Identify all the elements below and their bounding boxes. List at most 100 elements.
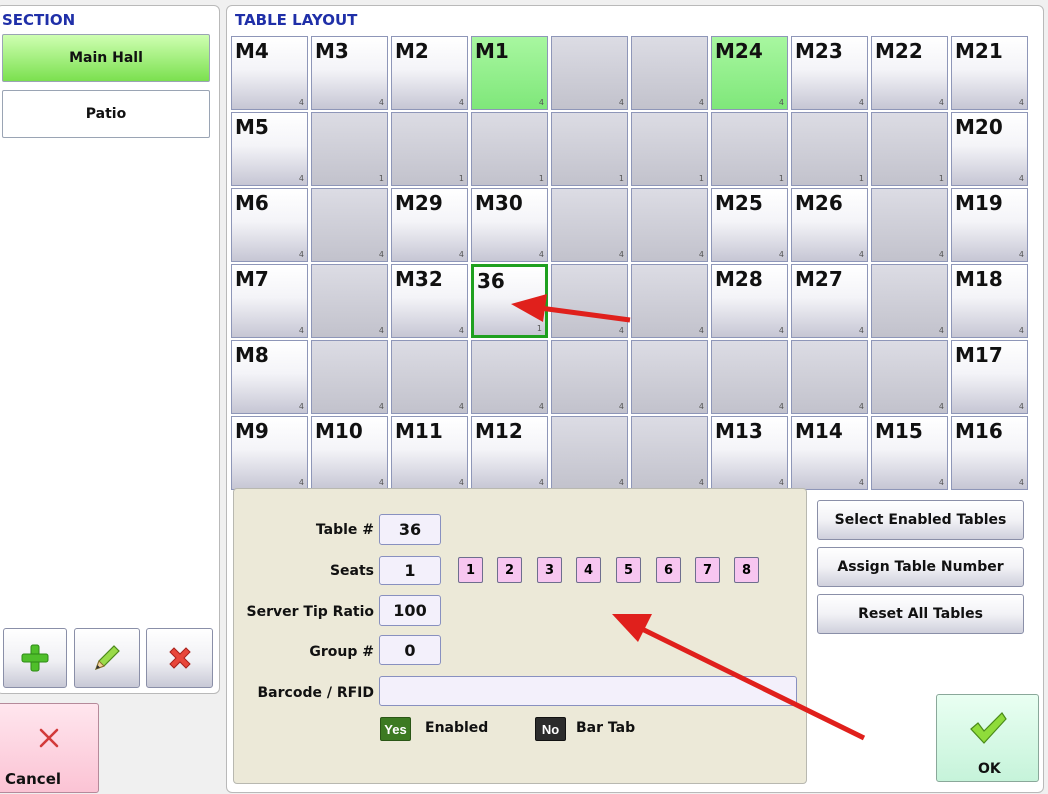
- table-cell-36[interactable]: 36 1: [471, 264, 548, 338]
- table-cell-empty[interactable]: 4: [631, 36, 708, 110]
- seat-option-3[interactable]: 3: [537, 557, 562, 583]
- table-cell-m8[interactable]: M8 4: [231, 340, 308, 414]
- seat-option-4[interactable]: 4: [576, 557, 601, 583]
- table-cell-m5[interactable]: M5 4: [231, 112, 308, 186]
- seats-field[interactable]: 1: [379, 556, 441, 585]
- table-cell-empty[interactable]: 1: [871, 112, 948, 186]
- table-cell-label: M26: [795, 191, 843, 215]
- table-cell-capacity: 4: [298, 98, 304, 107]
- table-cell-m19[interactable]: M19 4: [951, 188, 1028, 262]
- table-cell-m13[interactable]: M13 4: [711, 416, 788, 490]
- table-cell-empty[interactable]: 4: [871, 340, 948, 414]
- add-section-button[interactable]: [3, 628, 67, 688]
- table-cell-empty[interactable]: 4: [631, 264, 708, 338]
- table-cell-m4[interactable]: M4 4: [231, 36, 308, 110]
- group-number-field[interactable]: 0: [379, 635, 441, 665]
- barcode-rfid-field[interactable]: [379, 676, 797, 706]
- ok-button[interactable]: OK: [936, 694, 1039, 782]
- table-cell-empty[interactable]: 4: [551, 340, 628, 414]
- bar-tab-toggle[interactable]: No: [535, 717, 566, 741]
- edit-section-button[interactable]: [74, 628, 140, 688]
- table-cell-empty[interactable]: 4: [711, 340, 788, 414]
- table-cell-label: M17: [955, 343, 1003, 367]
- select-enabled-tables-button[interactable]: Select Enabled Tables: [817, 500, 1024, 540]
- table-cell-m3[interactable]: M3 4: [311, 36, 388, 110]
- cancel-button[interactable]: Cancel: [0, 703, 99, 793]
- table-cell-m15[interactable]: M15 4: [871, 416, 948, 490]
- table-cell-empty[interactable]: 4: [551, 36, 628, 110]
- delete-section-button[interactable]: [146, 628, 213, 688]
- seat-option-6[interactable]: 6: [656, 557, 681, 583]
- table-cell-m32[interactable]: M32 4: [391, 264, 468, 338]
- table-cell-empty[interactable]: 1: [391, 112, 468, 186]
- table-cell-empty[interactable]: 4: [471, 340, 548, 414]
- table-cell-capacity: 4: [378, 326, 384, 335]
- table-cell-empty[interactable]: 4: [791, 340, 868, 414]
- table-cell-m26[interactable]: M26 4: [791, 188, 868, 262]
- table-cell-empty[interactable]: 4: [631, 188, 708, 262]
- table-cell-label: M15: [875, 419, 923, 443]
- table-number-field[interactable]: 36: [379, 514, 441, 545]
- table-cell-m11[interactable]: M11 4: [391, 416, 468, 490]
- seat-option-8[interactable]: 8: [734, 557, 759, 583]
- seat-option-7[interactable]: 7: [695, 557, 720, 583]
- seat-option-2[interactable]: 2: [497, 557, 522, 583]
- table-cell-empty[interactable]: 4: [391, 340, 468, 414]
- table-cell-empty[interactable]: 4: [551, 264, 628, 338]
- table-cell-m6[interactable]: M6 4: [231, 188, 308, 262]
- table-cell-empty[interactable]: 4: [551, 416, 628, 490]
- seat-option-1[interactable]: 1: [458, 557, 483, 583]
- table-cell-m1[interactable]: M1 4: [471, 36, 548, 110]
- table-cell-m20[interactable]: M20 4: [951, 112, 1028, 186]
- table-cell-empty[interactable]: 1: [551, 112, 628, 186]
- table-cell-m28[interactable]: M28 4: [711, 264, 788, 338]
- table-cell-capacity: 4: [458, 478, 464, 487]
- checkmark-icon: [970, 712, 1007, 744]
- table-cell-m14[interactable]: M14 4: [791, 416, 868, 490]
- table-cell-m2[interactable]: M2 4: [391, 36, 468, 110]
- server-tip-ratio-field[interactable]: 100: [379, 595, 441, 626]
- table-cell-empty[interactable]: 4: [631, 416, 708, 490]
- seat-option-5[interactable]: 5: [616, 557, 641, 583]
- table-cell-capacity: 4: [618, 478, 624, 487]
- section-item-patio[interactable]: Patio: [2, 90, 210, 138]
- table-cell-empty[interactable]: 1: [311, 112, 388, 186]
- enabled-toggle[interactable]: Yes: [380, 717, 411, 741]
- table-cell-m10[interactable]: M10 4: [311, 416, 388, 490]
- table-cell-empty[interactable]: 1: [711, 112, 788, 186]
- table-cell-label: M32: [395, 267, 443, 291]
- table-cell-empty[interactable]: 4: [871, 188, 948, 262]
- table-cell-empty[interactable]: 4: [551, 188, 628, 262]
- table-cell-m12[interactable]: M12 4: [471, 416, 548, 490]
- table-cell-m27[interactable]: M27 4: [791, 264, 868, 338]
- table-cell-empty[interactable]: 1: [791, 112, 868, 186]
- table-cell-empty[interactable]: 4: [311, 340, 388, 414]
- table-cell-empty[interactable]: 1: [631, 112, 708, 186]
- table-cell-m23[interactable]: M23 4: [791, 36, 868, 110]
- table-cell-m16[interactable]: M16 4: [951, 416, 1028, 490]
- table-cell-m30[interactable]: M30 4: [471, 188, 548, 262]
- table-cell-m18[interactable]: M18 4: [951, 264, 1028, 338]
- table-cell-label: M24: [715, 39, 763, 63]
- assign-table-number-button[interactable]: Assign Table Number: [817, 547, 1024, 587]
- table-cell-capacity: 4: [858, 250, 864, 259]
- table-cell-m22[interactable]: M22 4: [871, 36, 948, 110]
- table-cell-m7[interactable]: M7 4: [231, 264, 308, 338]
- table-cell-capacity: 4: [298, 250, 304, 259]
- table-cell-m21[interactable]: M21 4: [951, 36, 1028, 110]
- reset-all-tables-button[interactable]: Reset All Tables: [817, 594, 1024, 634]
- table-cell-m17[interactable]: M17 4: [951, 340, 1028, 414]
- table-cell-empty[interactable]: 4: [871, 264, 948, 338]
- table-cell-m29[interactable]: M29 4: [391, 188, 468, 262]
- table-cell-m24[interactable]: M24 4: [711, 36, 788, 110]
- table-cell-m9[interactable]: M9 4: [231, 416, 308, 490]
- table-cell-empty[interactable]: 1: [471, 112, 548, 186]
- table-cell-m25[interactable]: M25 4: [711, 188, 788, 262]
- section-item-main-hall[interactable]: Main Hall: [2, 34, 210, 82]
- table-cell-capacity: 4: [458, 402, 464, 411]
- table-cell-empty[interactable]: 4: [311, 188, 388, 262]
- table-cell-label: M5: [235, 115, 269, 139]
- table-cell-capacity: 4: [1018, 98, 1024, 107]
- table-cell-empty[interactable]: 4: [311, 264, 388, 338]
- table-cell-empty[interactable]: 4: [631, 340, 708, 414]
